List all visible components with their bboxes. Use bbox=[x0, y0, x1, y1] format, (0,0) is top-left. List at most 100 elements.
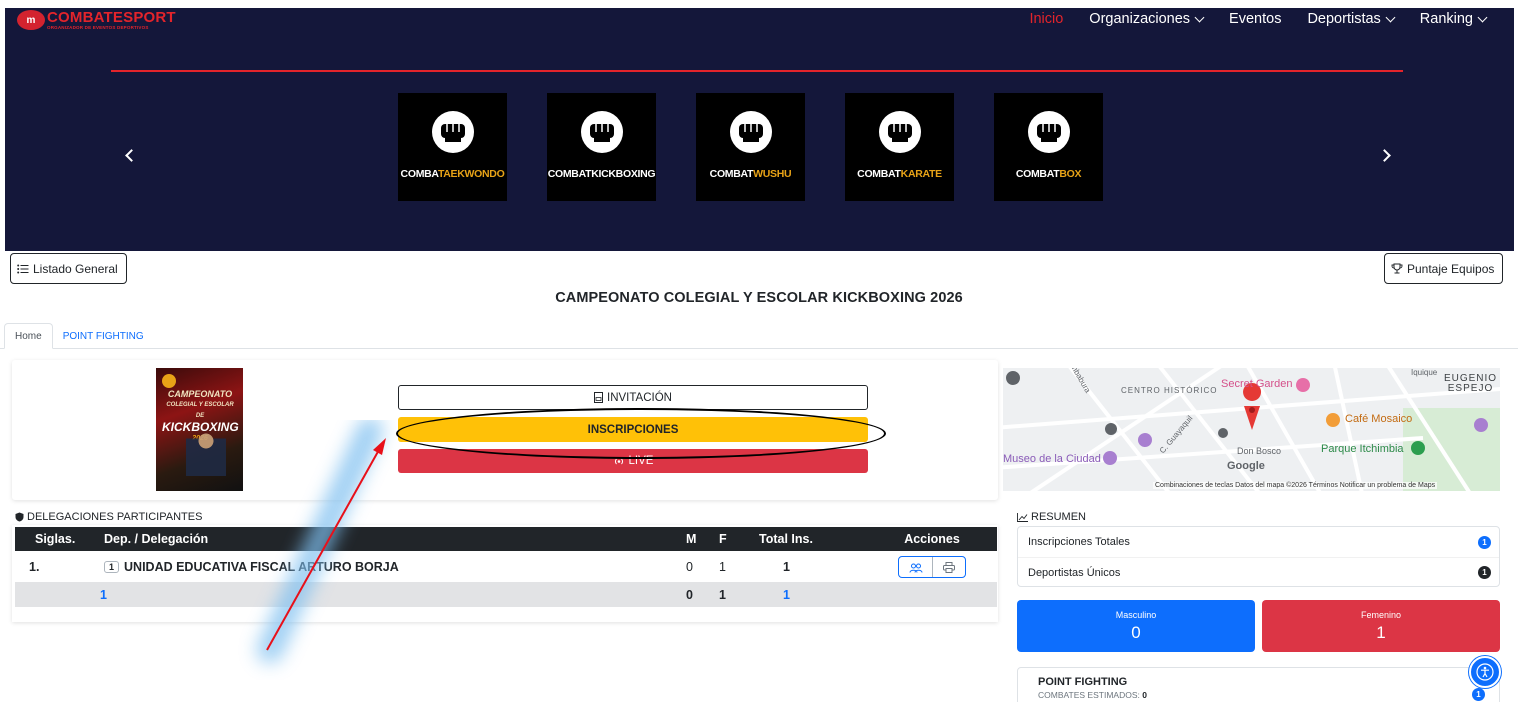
col-delegacion: Dep. / Delegación bbox=[100, 527, 682, 551]
nav-item-ranking[interactable]: Ranking bbox=[1420, 11, 1488, 27]
carousel-card-karate[interactable]: COMBATKARATE bbox=[845, 93, 954, 201]
carousel-card-wushu[interactable]: COMBATWUSHU bbox=[696, 93, 805, 201]
fist-icon bbox=[1027, 111, 1070, 153]
google-logo: Google bbox=[1227, 460, 1265, 472]
poster-badge-icon bbox=[162, 374, 176, 388]
map-label: CENTRO HISTÓRICO bbox=[1121, 386, 1218, 395]
col-siglas: Siglas. bbox=[15, 527, 100, 551]
masculino-label: Masculino bbox=[1115, 609, 1157, 620]
header-divider bbox=[111, 70, 1403, 72]
carousel-prev-button[interactable] bbox=[123, 148, 139, 164]
masculino-value: 0 bbox=[1131, 622, 1141, 642]
tab-point-fighting[interactable]: POINT FIGHTING bbox=[53, 323, 154, 349]
brand-logo[interactable]: m COMBATESPORT ORGANIZADOR DE EVENTOS DE… bbox=[17, 10, 176, 31]
card-prefix: COMBAT bbox=[547, 168, 592, 180]
fist-icon bbox=[580, 111, 623, 153]
card-suffix: BOX bbox=[1059, 168, 1082, 180]
listado-label: Listado General bbox=[33, 261, 118, 276]
combates-value: 0 bbox=[1142, 690, 1147, 700]
map-label: Parque Itchimbia bbox=[1321, 443, 1404, 455]
fist-icon bbox=[431, 111, 474, 153]
delegaciones-title: DELEGACIONES PARTICIPANTES bbox=[27, 511, 203, 523]
row-actions bbox=[898, 555, 966, 578]
table-row: 1. 1 UNIDAD EDUCATIVA FISCAL ARTURO BORJA… bbox=[15, 551, 997, 582]
row-f: 1 bbox=[719, 559, 726, 574]
invitacion-label: INVITACIÓN bbox=[607, 391, 672, 404]
listado-general-button[interactable]: Listado General bbox=[10, 253, 127, 284]
row-m: 0 bbox=[686, 559, 693, 574]
col-acciones: Acciones bbox=[867, 527, 997, 551]
map-label: Café Mosaico bbox=[1345, 413, 1413, 425]
poster-line: CAMPEONATO bbox=[167, 389, 233, 399]
live-label: LIVE bbox=[628, 455, 654, 467]
totals-count: 1 bbox=[100, 582, 682, 607]
chevron-left-icon bbox=[125, 149, 138, 162]
point-fighting-title: POINT FIGHTING bbox=[1038, 676, 1128, 688]
list-item: Deportistas Únicos 1 bbox=[1018, 557, 1499, 587]
inscripciones-button[interactable]: INSCRIPCIONES bbox=[398, 417, 868, 442]
carousel-next-button[interactable] bbox=[1378, 148, 1395, 164]
puntaje-equipos-button[interactable]: Puntaje Equipos bbox=[1384, 253, 1503, 284]
femenino-label: Femenino bbox=[1360, 609, 1402, 620]
table-header-row: Siglas. Dep. / Delegación M F Total Ins.… bbox=[15, 527, 997, 551]
view-athletes-button[interactable] bbox=[899, 557, 932, 577]
femenino-stat: Femenino 1 bbox=[1262, 600, 1500, 652]
card-prefix: COMBAT bbox=[709, 168, 754, 180]
card-prefix: COMBAT bbox=[1015, 168, 1060, 180]
shield-icon bbox=[15, 512, 24, 522]
list-icon bbox=[17, 264, 29, 273]
card-suffix: KICKBOXING bbox=[591, 168, 656, 180]
invitacion-button[interactable]: INVITACIÓN bbox=[398, 385, 868, 410]
totals-total: 1 bbox=[755, 582, 867, 607]
table-totals-row: 1 0 1 1 bbox=[15, 582, 997, 607]
carousel-card-box[interactable]: COMBATBOX bbox=[994, 93, 1103, 201]
accessibility-icon bbox=[1476, 663, 1494, 681]
chart-line-icon bbox=[1017, 512, 1028, 522]
event-poster[interactable]: CAMPEONATO COLEGIAL Y ESCOLAR DE KICKBOX… bbox=[156, 368, 243, 491]
chevron-down-icon bbox=[1477, 12, 1488, 22]
puntaje-label: Puntaje Equipos bbox=[1407, 261, 1495, 276]
card-suffix: WUSHU bbox=[753, 168, 792, 180]
carousel-card-kickboxing[interactable]: COMBATKICKBOXING bbox=[547, 93, 656, 201]
live-button[interactable]: LIVE bbox=[398, 449, 868, 473]
row-total: 1 bbox=[783, 559, 790, 574]
map-label: Iquique bbox=[1411, 368, 1438, 377]
carousel-card-taekwondo[interactable]: COMBATAEKWONDO bbox=[398, 93, 507, 201]
list-item: Inscripciones Totales 1 bbox=[1018, 527, 1499, 557]
combates-label: COMBATES ESTIMADOS: bbox=[1038, 690, 1140, 700]
resumen-title: RESUMEN bbox=[1031, 511, 1087, 523]
document-icon bbox=[594, 392, 604, 403]
inscripciones-totales-label: Inscripciones Totales bbox=[1028, 536, 1130, 548]
point-fighting-card[interactable]: POINT FIGHTING COMBATES ESTIMADOS: 0 bbox=[1017, 667, 1500, 702]
print-button[interactable] bbox=[932, 556, 965, 577]
card-suffix: KARATE bbox=[900, 168, 942, 180]
nav-item-deportistas[interactable]: Deportistas bbox=[1307, 11, 1396, 27]
tab-home[interactable]: Home bbox=[4, 323, 53, 349]
brand-tagline: ORGANIZADOR DE EVENTOS DEPORTIVOS bbox=[47, 25, 149, 30]
col-total: Total Ins. bbox=[755, 527, 867, 551]
nav-item-eventos[interactable]: Eventos bbox=[1229, 11, 1281, 27]
row-number-badge: 1 bbox=[104, 561, 120, 574]
location-map[interactable]: CENTRO HISTÓRICO Secret Garden Café Mosa… bbox=[1003, 368, 1500, 491]
brand-name: COMBATESPORT bbox=[47, 9, 176, 26]
sport-carousel: COMBATAEKWONDO COMBATKICKBOXING COMBATWU… bbox=[398, 93, 1103, 201]
map-label: Museo de la Ciudad bbox=[1003, 453, 1101, 465]
card-suffix: TAEKWONDO bbox=[437, 168, 505, 180]
point-fighting-badge: 1 bbox=[1472, 688, 1485, 701]
resumen-heading: RESUMEN bbox=[1017, 511, 1086, 523]
trophy-icon bbox=[1391, 263, 1403, 273]
card-prefix: COMBAT bbox=[857, 168, 901, 180]
combates-estimados: COMBATES ESTIMADOS: 0 bbox=[1038, 690, 1499, 700]
nav-item-organizaciones[interactable]: Organizaciones bbox=[1089, 11, 1205, 27]
fist-icon bbox=[729, 111, 772, 153]
chevron-down-icon bbox=[1385, 12, 1396, 22]
deportistas-unicos-label: Deportistas Únicos bbox=[1028, 566, 1121, 579]
nav-item-inicio[interactable]: Inicio bbox=[1029, 11, 1063, 27]
delegation-name[interactable]: UNIDAD EDUCATIVA FISCAL ARTURO BORJA bbox=[124, 560, 399, 574]
totals-m: 0 bbox=[682, 582, 715, 607]
col-m: M bbox=[682, 527, 715, 551]
map-attribution[interactable]: Combinaciones de teclas Datos del mapa ©… bbox=[1153, 482, 1438, 489]
event-title: CAMPEONATO COLEGIAL Y ESCOLAR KICKBOXING… bbox=[555, 290, 963, 306]
resumen-card: Inscripciones Totales 1 Deportistas Únic… bbox=[1017, 526, 1500, 587]
accessibility-button[interactable] bbox=[1469, 656, 1501, 688]
